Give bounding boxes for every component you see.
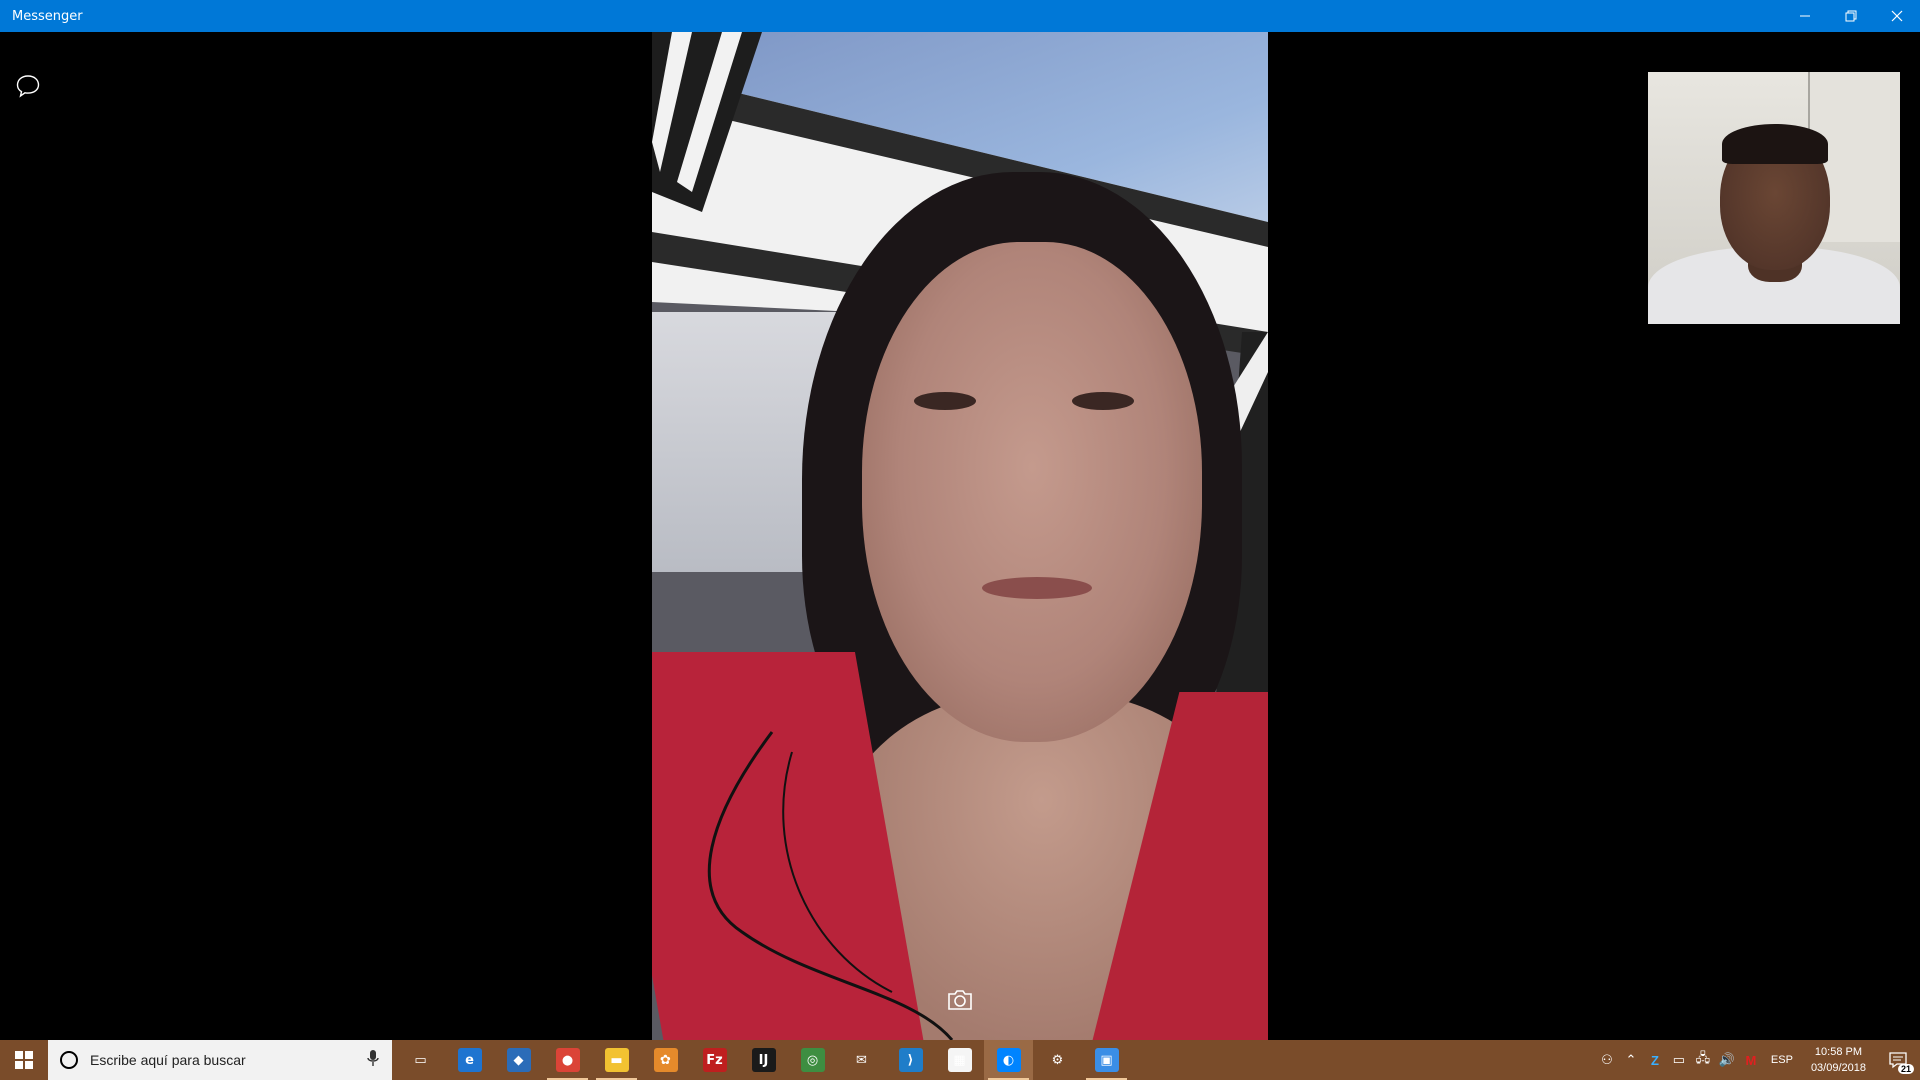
action-center-button[interactable]: 21 [1876,1040,1920,1080]
volume-icon[interactable]: 🔊 [1715,1040,1739,1080]
input-language[interactable]: ESP [1763,1054,1801,1066]
taskbar-app-virtualbox[interactable]: ◆ [494,1040,543,1080]
system-tray: ⚇ ⌃ Z ▭ 🖧 🔊 M ESP 10:58 PM 03/09/2018 21 [1595,1040,1920,1080]
task-view-icon: ▭ [414,1052,427,1068]
filezilla-icon: Fz [702,1048,727,1072]
taskbar-app-chrome[interactable]: ● [543,1040,592,1080]
microphone-icon[interactable] [366,1049,380,1072]
taskbar-app-mail[interactable]: ✉ [837,1040,886,1080]
minimize-icon [1800,15,1810,17]
taskbar-app-task-view[interactable]: ▭ [396,1040,445,1080]
remote-video-earphone-cable [707,731,954,1040]
chat-toggle-button[interactable] [12,70,44,102]
windows-taskbar: Escribe aquí para buscar ▭ e ◆ ● ▬ ✿ Fz IJ ◎ ✉ ⟩ ▦ ◐… [0,1040,1920,1080]
snapshot-button[interactable] [944,984,976,1016]
taskbar-app-settings[interactable]: ⚙ [1033,1040,1082,1080]
restore-icon [1845,10,1857,22]
android-studio-icon: ◎ [800,1048,825,1072]
network-icon[interactable]: 🖧 [1691,1040,1715,1080]
close-icon [1891,10,1903,22]
window-titlebar: Messenger [0,0,1920,32]
taskbar-app-vscode[interactable]: ⟩ [886,1040,935,1080]
taskbar-clock[interactable]: 10:58 PM 03/09/2018 [1801,1044,1876,1076]
store-icon: ▦ [947,1048,972,1072]
taskbar-app-intellij[interactable]: IJ [739,1040,788,1080]
remote-video [652,32,1268,1040]
settings-icon: ⚙ [1051,1052,1064,1068]
battery-icon[interactable]: ▭ [1667,1040,1691,1080]
clock-date: 03/09/2018 [1810,1062,1866,1074]
camera-icon [948,990,972,1010]
taskbar-app-messenger[interactable]: ◐ [984,1040,1033,1080]
taskbar-pinned-apps: ▭ e ◆ ● ▬ ✿ Fz IJ ◎ ✉ ⟩ ▦ ◐ ⚙ ▣ [396,1040,1131,1080]
cortana-icon [60,1051,78,1069]
taskbar-app-file-explorer[interactable]: ▬ [592,1040,641,1080]
taskbar-app-paint[interactable]: ✿ [641,1040,690,1080]
call-stage [0,32,1920,1040]
remote-desktop-icon: ▣ [1094,1048,1119,1072]
close-button[interactable] [1874,0,1920,32]
file-explorer-icon: ▬ [604,1048,629,1072]
taskbar-app-edge[interactable]: e [445,1040,494,1080]
paint-icon: ✿ [653,1048,678,1072]
messenger-icon: ◐ [996,1048,1021,1072]
clock-time: 10:58 PM [1814,1046,1863,1058]
taskbar-app-android-studio[interactable]: ◎ [788,1040,837,1080]
mail-icon: ✉ [856,1052,867,1068]
intellij-icon: IJ [751,1048,776,1072]
zapp-icon[interactable]: Z [1643,1040,1667,1080]
self-video-person-hair [1722,124,1828,164]
windows-logo-icon [15,1051,33,1069]
self-video-preview[interactable] [1648,72,1900,324]
window-title: Messenger [12,8,83,24]
taskbar-app-filezilla[interactable]: Fz [690,1040,739,1080]
mail-notifier-icon[interactable]: M [1739,1040,1763,1080]
edge-icon: e [457,1048,482,1072]
people-icon[interactable]: ⚇ [1595,1040,1619,1080]
notification-count-badge: 21 [1897,1064,1914,1074]
minimize-button[interactable] [1782,0,1828,32]
virtualbox-icon: ◆ [506,1048,531,1072]
show-hidden-icons-chevron-icon[interactable]: ⌃ [1619,1040,1643,1080]
chrome-icon: ● [555,1048,580,1072]
vscode-icon: ⟩ [898,1048,923,1072]
chat-bubble-icon [16,75,40,98]
taskbar-app-store[interactable]: ▦ [935,1040,984,1080]
restore-button[interactable] [1828,0,1874,32]
start-button[interactable] [0,1040,48,1080]
taskbar-app-remote-desktop[interactable]: ▣ [1082,1040,1131,1080]
taskbar-search-box[interactable]: Escribe aquí para buscar [48,1040,392,1080]
search-placeholder: Escribe aquí para buscar [90,1052,246,1068]
